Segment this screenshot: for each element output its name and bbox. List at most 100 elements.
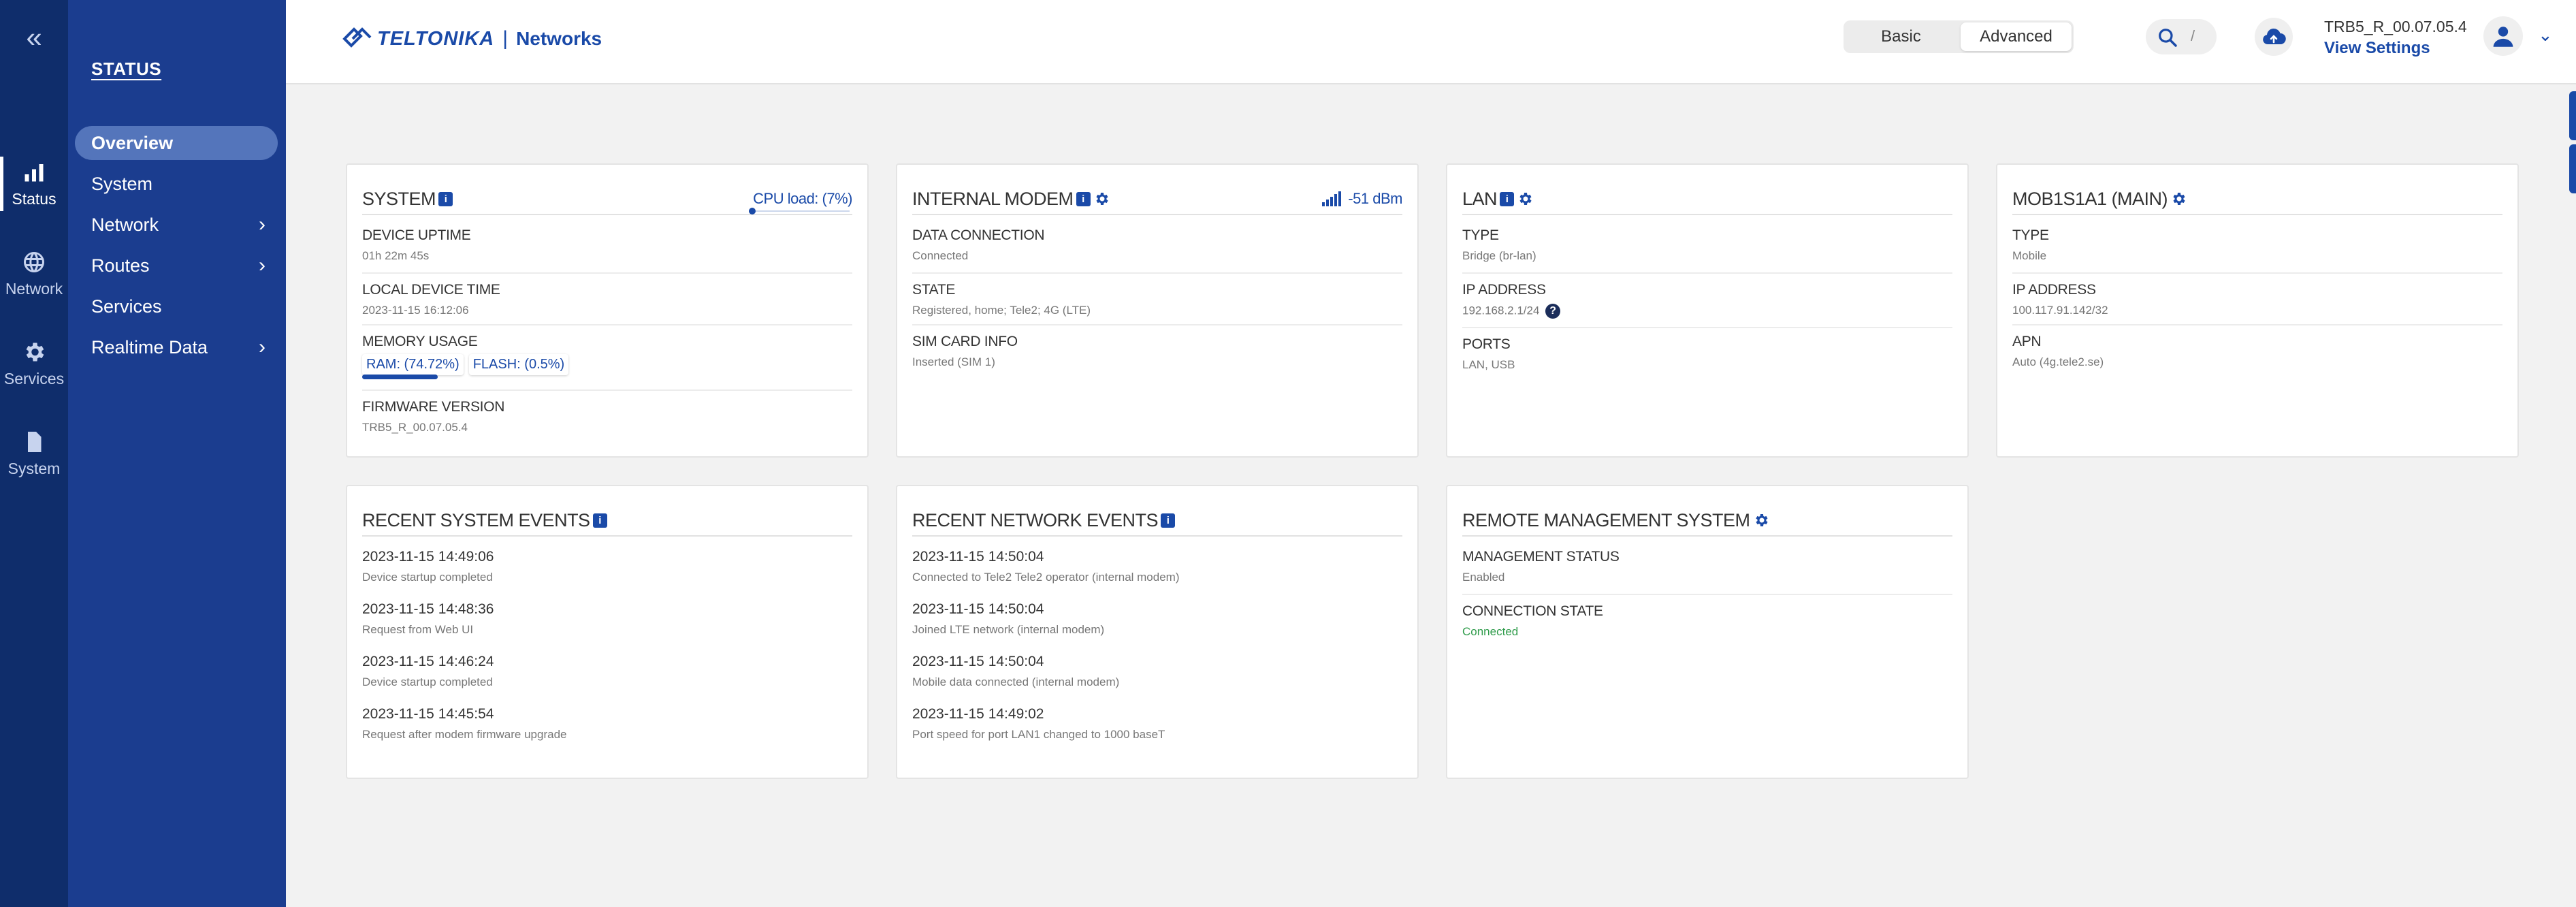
- local-time-field: LOCAL DEVICE TIME 2023-11-15 16:12:06: [362, 272, 852, 317]
- recent-system-events-card: RECENT SYSTEM EVENTS i 2023-11-15 14:49:…: [346, 485, 869, 779]
- field-value: 100.117.91.142/32: [2012, 304, 2108, 317]
- field-label: SIM CARD INFO: [912, 334, 1018, 349]
- ram-usage-label: RAM: (74.72%): [366, 357, 460, 372]
- flash-usage-label: FLASH: (0.5%): [472, 357, 565, 372]
- brand-separator: |: [502, 27, 509, 50]
- mobile-interface-card: MOB1S1A1 (MAIN) TYPE Mobile IP ADDRESS 1…: [1996, 163, 2519, 458]
- event-description: Joined LTE network (internal modem): [912, 623, 1105, 636]
- rail-item-system[interactable]: System: [0, 419, 68, 488]
- rail-item-label: Status: [12, 189, 57, 208]
- rail-item-label: Network: [5, 279, 63, 298]
- event-time: 2023-11-15 14:45:54: [362, 706, 494, 722]
- memory-usage-field: MEMORY USAGE RAM: (74.72%) FLASH: (0.5%): [362, 324, 852, 379]
- settings-gear-icon[interactable]: [1753, 512, 1769, 528]
- event-time: 2023-11-15 14:48:36: [362, 601, 494, 617]
- field-label: APN: [2012, 334, 2042, 349]
- lan-type-field: TYPE Bridge (br-lan): [1462, 227, 1952, 263]
- lan-ports-field: PORTS LAN, USB: [1462, 327, 1952, 372]
- card-title-text: MOB1S1A1 (MAIN): [2012, 188, 2168, 209]
- settings-gear-icon[interactable]: [1093, 191, 1110, 207]
- sidebar-item-system[interactable]: System: [75, 167, 278, 201]
- ip-address-value: 192.168.2.1/24: [1462, 304, 1540, 317]
- rail-item-services[interactable]: Services: [0, 330, 68, 398]
- card-title: MOB1S1A1 (MAIN): [2012, 184, 2502, 215]
- user-icon: [2493, 27, 2513, 47]
- card-title-text: RECENT SYSTEM EVENTS: [362, 509, 590, 530]
- search-icon: [2159, 29, 2177, 47]
- status-icon: [25, 163, 44, 181]
- card-title-text: REMOTE MANAGEMENT SYSTEM: [1462, 509, 1750, 530]
- field-label: DEVICE UPTIME: [362, 227, 471, 243]
- info-icon[interactable]: i: [1161, 513, 1176, 528]
- cpu-load-track: [749, 210, 850, 212]
- collapse-sidebar-button[interactable]: «: [0, 20, 68, 54]
- management-status-field: MANAGEMENT STATUS Enabled: [1462, 549, 1952, 584]
- firmware-version-label: TRB5_R_00.07.05.4: [2324, 18, 2467, 35]
- sidebar-item-overview[interactable]: Overview: [75, 126, 278, 160]
- card-title: RECENT NETWORK EVENTS i: [912, 505, 1402, 537]
- sidebar-item-label: Services: [91, 296, 162, 317]
- teltonika-logo[interactable]: TELTONIKA | Networks: [340, 22, 602, 56]
- info-icon[interactable]: i: [1500, 191, 1515, 206]
- flash-usage-tag: FLASH: (0.5%): [469, 354, 568, 375]
- search-button[interactable]: /: [2146, 19, 2217, 54]
- settings-gear-icon[interactable]: [1517, 191, 1533, 207]
- field-label: MEMORY USAGE: [362, 334, 478, 349]
- firmware-version-field: FIRMWARE VERSION TRB5_R_00.07.05.4: [362, 389, 852, 434]
- card-title: INTERNAL MODEM i -51 dBm: [912, 184, 1402, 215]
- teltonika-logo-icon: [342, 27, 372, 48]
- view-settings-link[interactable]: View Settings: [2324, 39, 2467, 58]
- event-time: 2023-11-15 14:50:04: [912, 549, 1044, 564]
- event-description: Port speed for port LAN1 changed to 1000…: [912, 728, 1165, 741]
- field-value: 2023-11-15 16:12:06: [362, 304, 469, 317]
- rail-item-network[interactable]: Network: [0, 240, 68, 308]
- list-item: 2023-11-15 14:50:04 Joined LTE network (…: [912, 601, 1402, 637]
- info-icon[interactable]: i: [1076, 191, 1091, 206]
- sidebar-item-label: Overview: [91, 132, 174, 153]
- right-edge-tab[interactable]: [2569, 144, 2576, 193]
- field-label: CONNECTION STATE: [1462, 603, 1603, 619]
- sidebar-item-network[interactable]: Network ›: [75, 208, 278, 242]
- lan-ip-field: IP ADDRESS 192.168.2.1/24 ?: [1462, 272, 1952, 319]
- help-icon[interactable]: ?: [1545, 304, 1561, 319]
- brand-name: TELTONIKA: [377, 27, 495, 50]
- list-item: 2023-11-15 14:50:04 Connected to Tele2 T…: [912, 549, 1402, 584]
- field-value: Enabled: [1462, 571, 1505, 584]
- firmware-update-button[interactable]: [2255, 18, 2293, 56]
- field-value: TRB5_R_00.07.05.4: [362, 421, 468, 434]
- remote-management-card: REMOTE MANAGEMENT SYSTEM MANAGEMENT STAT…: [1446, 485, 1969, 779]
- rail-item-status[interactable]: Status: [0, 150, 68, 218]
- signal-value: -51 dBm: [1348, 190, 1402, 207]
- field-label: IP ADDRESS: [2012, 282, 2096, 298]
- mode-advanced-button[interactable]: Advanced: [1961, 22, 2072, 51]
- field-value: Inserted (SIM 1): [912, 355, 995, 368]
- internal-modem-card: INTERNAL MODEM i -51 dBm DATA CONNECTION…: [896, 163, 1419, 458]
- ram-usage-bar: [362, 375, 438, 379]
- event-time: 2023-11-15 14:49:06: [362, 549, 494, 564]
- event-description: Connected to Tele2 Tele2 operator (inter…: [912, 571, 1180, 584]
- list-item: 2023-11-15 14:49:06 Device startup compl…: [362, 549, 852, 584]
- mode-basic-button[interactable]: Basic: [1846, 22, 1957, 51]
- brand-subtitle: Networks: [516, 28, 602, 49]
- event-description: Request from Web UI: [362, 623, 474, 636]
- sim-card-field: SIM CARD INFO Inserted (SIM 1): [912, 324, 1402, 369]
- right-edge-tab[interactable]: [2569, 91, 2576, 140]
- settings-gear-icon[interactable]: [2170, 191, 2187, 207]
- file-icon: [28, 431, 42, 452]
- event-description: Mobile data connected (internal modem): [912, 675, 1120, 688]
- info-icon[interactable]: i: [592, 513, 607, 528]
- list-item: 2023-11-15 14:48:36 Request from Web UI: [362, 601, 852, 637]
- info-icon[interactable]: i: [438, 191, 453, 206]
- field-label: TYPE: [2012, 227, 2049, 243]
- user-menu[interactable]: ⌄: [2483, 16, 2565, 56]
- sidebar-item-realtime-data[interactable]: Realtime Data ›: [75, 330, 278, 364]
- field-value: Registered, home; Tele2; 4G (LTE): [912, 304, 1091, 317]
- recent-network-events-card: RECENT NETWORK EVENTS i 2023-11-15 14:50…: [896, 485, 1419, 779]
- data-connection-field: DATA CONNECTION Connected: [912, 227, 1402, 263]
- event-description: Device startup completed: [362, 571, 493, 584]
- lan-card: LAN i TYPE Bridge (br-lan) IP ADDRESS 19…: [1446, 163, 1969, 458]
- sidebar-item-services[interactable]: Services: [75, 289, 278, 323]
- sidebar-item-routes[interactable]: Routes ›: [75, 249, 278, 283]
- event-time: 2023-11-15 14:49:02: [912, 706, 1044, 722]
- field-value: 01h 22m 45s: [362, 249, 430, 262]
